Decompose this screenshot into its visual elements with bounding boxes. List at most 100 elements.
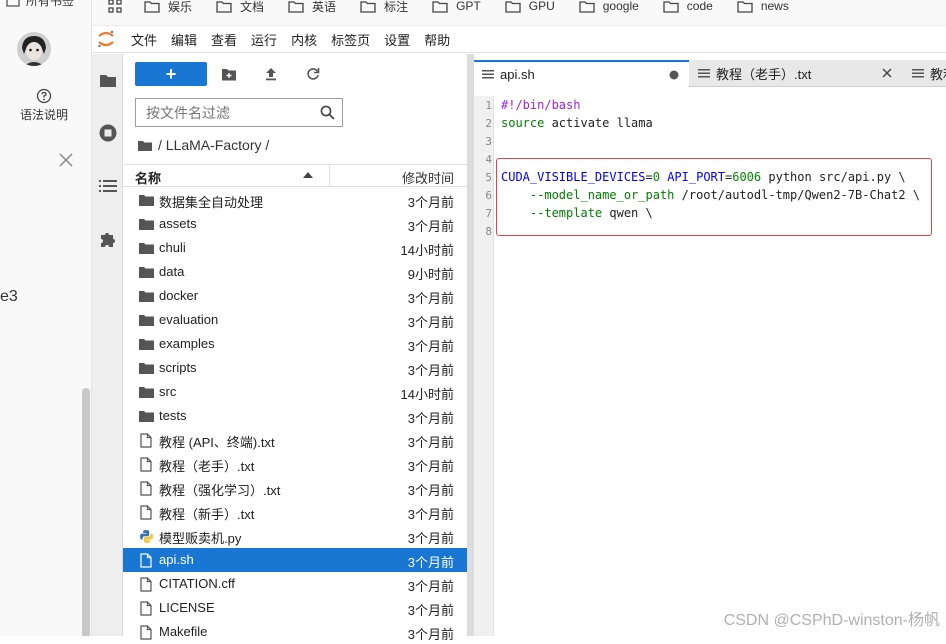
folder-icon bbox=[138, 192, 154, 208]
line-number: 3 bbox=[474, 135, 492, 148]
bookmark-item[interactable]: code bbox=[663, 0, 713, 16]
list-item[interactable]: 模型贩卖机.py 3个月前 bbox=[123, 524, 467, 548]
close-icon[interactable] bbox=[58, 152, 74, 168]
menu-run[interactable]: 运行 bbox=[244, 30, 284, 49]
list-item[interactable]: tests 3个月前 bbox=[123, 404, 467, 428]
folder-icon bbox=[138, 312, 154, 328]
list-item[interactable]: chuli 14小时前 bbox=[123, 236, 467, 260]
new-folder-button[interactable] bbox=[219, 64, 239, 84]
column-name-header[interactable]: 名称 bbox=[135, 168, 161, 187]
bookmark-item[interactable]: GPT bbox=[432, 0, 481, 16]
refresh-icon bbox=[306, 67, 320, 81]
bookmark-label: 文档 bbox=[240, 0, 264, 15]
list-item[interactable]: Makefile 3个月前 bbox=[123, 620, 467, 644]
file-modified: 3个月前 bbox=[408, 288, 454, 307]
sort-ascending-icon[interactable] bbox=[303, 172, 313, 178]
menu-file[interactable]: 文件 bbox=[120, 30, 164, 49]
code-token: activate llama bbox=[544, 116, 652, 130]
extensions-tab[interactable] bbox=[92, 224, 123, 254]
side-panel-scrollbar[interactable] bbox=[82, 388, 90, 636]
text-file-icon bbox=[482, 69, 494, 81]
list-item[interactable]: 教程（新手）.txt 3个月前 bbox=[123, 500, 467, 524]
stop-circle-icon bbox=[99, 124, 117, 142]
breadcrumb[interactable]: / LLaMA-Factory / bbox=[138, 136, 269, 154]
file-modified: 3个月前 bbox=[408, 408, 454, 427]
menu-view[interactable]: 查看 bbox=[204, 30, 244, 49]
line-number: 1 bbox=[474, 99, 492, 112]
code-token: #!/bin/bash bbox=[501, 98, 580, 112]
new-launcher-button[interactable]: + bbox=[135, 62, 207, 86]
file-icon bbox=[138, 576, 154, 592]
panel-splitter[interactable] bbox=[467, 54, 474, 636]
file-browser-tab[interactable] bbox=[92, 65, 123, 95]
bookmarks-bar: 娱乐 文档 英语 标注 GPT GPU google code news bbox=[92, 0, 946, 26]
syntax-help-button[interactable]: 语法说明 bbox=[0, 88, 88, 123]
folder-icon bbox=[138, 288, 154, 304]
column-divider[interactable] bbox=[329, 165, 330, 186]
menu-help[interactable]: 帮助 bbox=[417, 30, 457, 49]
help-icon bbox=[0, 88, 88, 104]
folder-icon bbox=[432, 0, 448, 13]
bookmark-label: google bbox=[603, 0, 639, 13]
bookmark-item[interactable]: 娱乐 bbox=[144, 0, 192, 16]
code-line[interactable]: #!/bin/bash bbox=[501, 96, 580, 114]
list-item[interactable]: docker 3个月前 bbox=[123, 284, 467, 308]
refresh-button[interactable] bbox=[303, 64, 323, 84]
file-modified: 3个月前 bbox=[408, 624, 454, 643]
text-file-icon bbox=[698, 68, 710, 80]
file-icon bbox=[138, 504, 154, 520]
file-modified: 3个月前 bbox=[408, 360, 454, 379]
bookmark-item[interactable]: 英语 bbox=[288, 0, 336, 16]
upload-button[interactable] bbox=[261, 64, 281, 84]
file-name: data bbox=[159, 264, 184, 279]
list-item[interactable]: src 14小时前 bbox=[123, 380, 467, 404]
all-bookmarks-item[interactable]: 所有书签 bbox=[6, 0, 74, 9]
menu-settings[interactable]: 设置 bbox=[377, 30, 417, 49]
new-folder-icon bbox=[221, 68, 237, 81]
bookmark-item[interactable]: GPU bbox=[505, 0, 555, 16]
table-of-contents-tab[interactable] bbox=[92, 171, 123, 201]
file-name: chuli bbox=[159, 240, 186, 255]
list-item[interactable]: 数据集全自动处理 3个月前 bbox=[123, 188, 467, 212]
list-item[interactable]: 教程（强化学习）.txt 3个月前 bbox=[123, 476, 467, 500]
list-item[interactable]: 教程 (API、终端).txt 3个月前 bbox=[123, 428, 467, 452]
file-name: LICENSE bbox=[159, 600, 215, 615]
folder-icon bbox=[663, 0, 679, 13]
folder-icon bbox=[216, 0, 232, 13]
unsaved-dot-icon[interactable] bbox=[669, 70, 679, 80]
file-name: src bbox=[159, 384, 176, 399]
menu-kernel[interactable]: 内核 bbox=[284, 30, 324, 49]
bookmark-item[interactable]: google bbox=[579, 0, 639, 16]
puzzle-icon bbox=[99, 230, 117, 248]
list-item[interactable]: evaluation 3个月前 bbox=[123, 308, 467, 332]
list-item-selected[interactable]: api.sh 3个月前 bbox=[123, 548, 467, 572]
column-modified-header[interactable]: 修改时间 bbox=[402, 168, 454, 187]
apps-grid-button[interactable] bbox=[108, 0, 122, 16]
list-item[interactable]: CITATION.cff 3个月前 bbox=[123, 572, 467, 596]
tab-tutorial-partial[interactable]: 教利 bbox=[904, 60, 946, 87]
menu-tabs[interactable]: 标签页 bbox=[324, 30, 377, 49]
bookmark-item[interactable]: 文档 bbox=[216, 0, 264, 16]
editor-area: api.sh 教程（老手）.txt 教利 1 2 3 4 5 6 7 8 #!/… bbox=[474, 54, 946, 636]
tab-tutorial-veteran[interactable]: 教程（老手）.txt bbox=[690, 60, 902, 87]
file-filter-input[interactable]: 按文件名过滤 bbox=[135, 98, 343, 127]
tab-api-sh[interactable]: api.sh bbox=[474, 60, 689, 87]
list-item[interactable]: LICENSE 3个月前 bbox=[123, 596, 467, 620]
file-name: tests bbox=[159, 408, 186, 423]
list-item[interactable]: examples 3个月前 bbox=[123, 332, 467, 356]
list-item[interactable]: assets 3个月前 bbox=[123, 212, 467, 236]
code-line[interactable]: source activate llama bbox=[501, 114, 653, 132]
folder-icon bbox=[579, 0, 595, 13]
bookmark-item[interactable]: news bbox=[737, 0, 789, 16]
close-tab-icon[interactable] bbox=[882, 68, 892, 78]
file-modified: 3个月前 bbox=[408, 312, 454, 331]
bookmark-item[interactable]: 标注 bbox=[360, 0, 408, 16]
running-sessions-tab[interactable] bbox=[92, 118, 123, 148]
file-icon bbox=[138, 552, 154, 568]
list-item[interactable]: data 9小时前 bbox=[123, 260, 467, 284]
menu-edit[interactable]: 编辑 bbox=[164, 30, 204, 49]
avatar[interactable] bbox=[17, 32, 51, 66]
list-item[interactable]: 教程（老手）.txt 3个月前 bbox=[123, 452, 467, 476]
activity-bar bbox=[92, 54, 123, 636]
list-item[interactable]: scripts 3个月前 bbox=[123, 356, 467, 380]
